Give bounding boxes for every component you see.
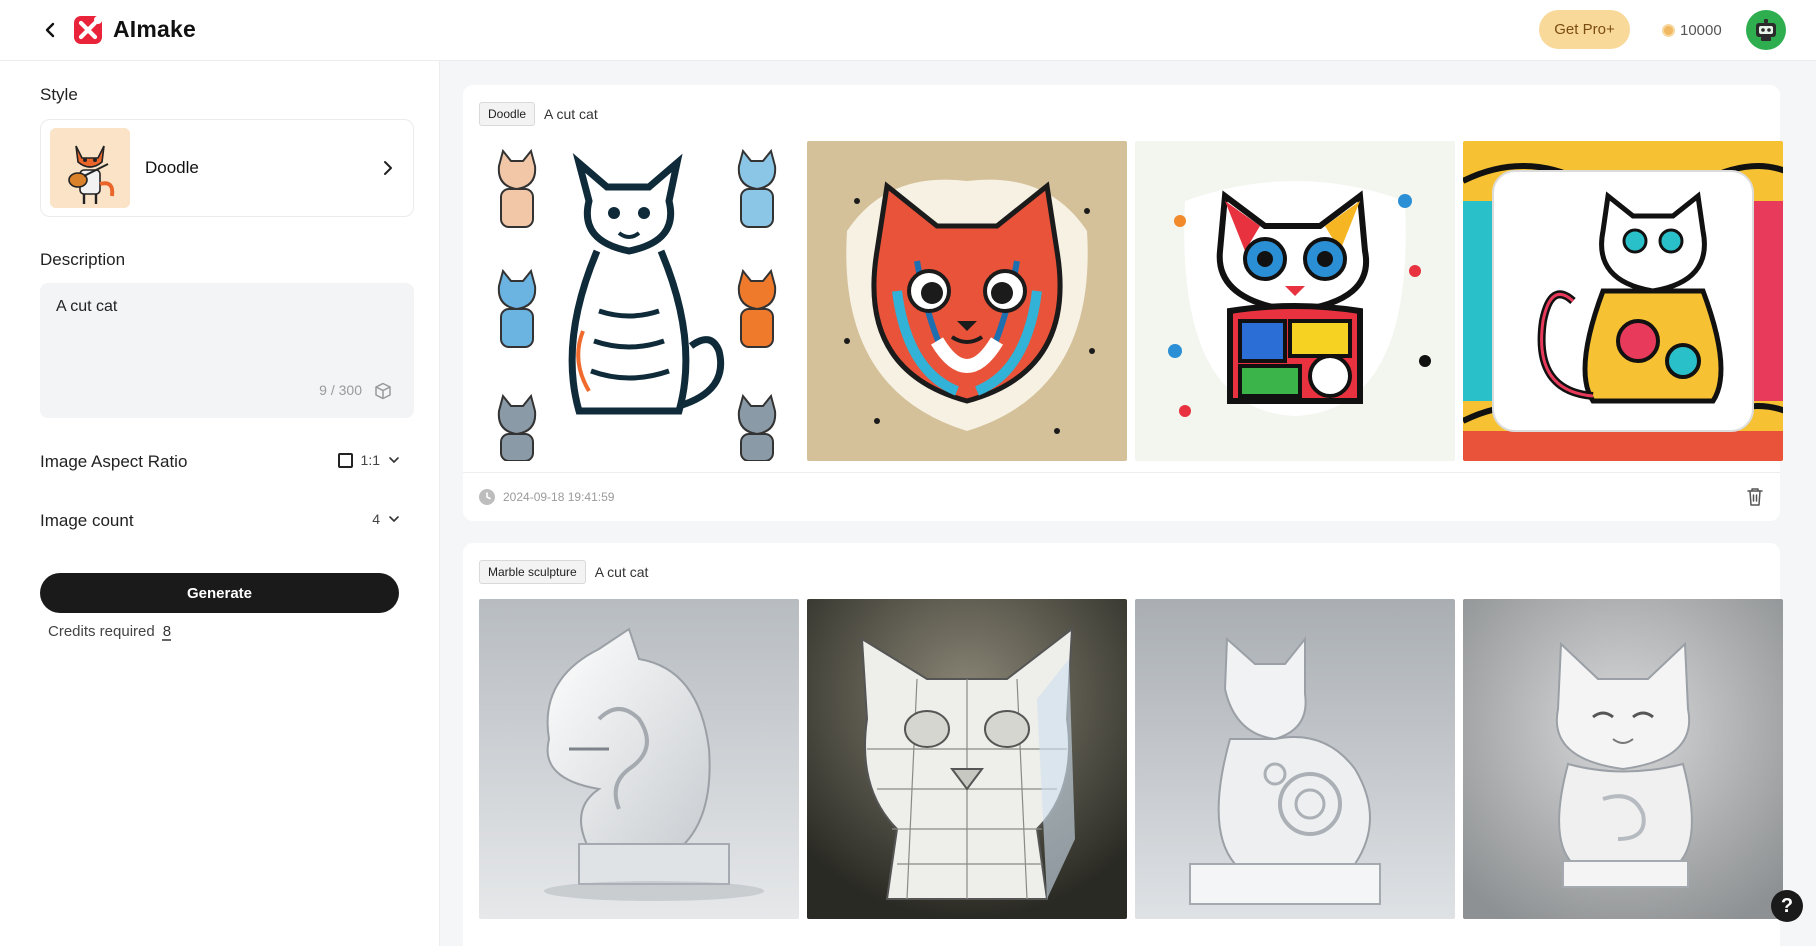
image-grid: [479, 599, 1783, 919]
style-label: Style: [40, 85, 78, 104]
character-count: 9 / 300: [319, 382, 362, 398]
chevron-left-icon: [45, 22, 55, 38]
settings-panel: Style Doodle Description A cut cat 9 / 3…: [0, 61, 440, 946]
credit-amount: 10000: [1680, 21, 1722, 39]
image-count-label: Image count: [40, 511, 134, 530]
result-header: Doodle A cut cat: [479, 102, 598, 126]
style-selector[interactable]: Doodle: [40, 119, 414, 217]
image-count-value: 4: [372, 511, 380, 527]
generate-button[interactable]: Generate: [40, 573, 399, 613]
generated-image[interactable]: [1135, 141, 1455, 461]
results-area: Doodle A cut cat 2024-09-18 19:41:59 Mar…: [440, 61, 1816, 946]
app-logo[interactable]: [72, 14, 104, 46]
user-avatar[interactable]: [1746, 10, 1786, 50]
credit-balance[interactable]: 10000: [1662, 19, 1722, 41]
result-footer: 2024-09-18 19:41:59: [463, 472, 1780, 521]
aspect-ratio-select[interactable]: 1:1: [337, 452, 400, 468]
aspect-ratio-label: Image Aspect Ratio: [40, 452, 188, 471]
generated-image[interactable]: [479, 141, 799, 461]
description-text: A cut cat: [56, 298, 118, 315]
result-card: Doodle A cut cat 2024-09-18 19:41:59: [463, 85, 1783, 521]
selected-style-name: Doodle: [145, 158, 199, 177]
generated-image[interactable]: [807, 141, 1127, 461]
credits-required-label: Credits required: [48, 623, 155, 640]
app-name: AImake: [113, 16, 197, 42]
aspect-ratio-row: Image Aspect Ratio 1:1: [40, 450, 400, 474]
generated-image[interactable]: [479, 599, 799, 919]
trash-icon[interactable]: [1746, 487, 1764, 507]
style-tag: Doodle: [479, 102, 536, 126]
chevron-down-icon: [389, 516, 399, 523]
generated-image[interactable]: [807, 599, 1127, 919]
timestamp-text: 2024-09-18 19:41:59: [503, 490, 615, 504]
aspect-ratio-value: 1:1: [360, 452, 380, 468]
credits-required: Credits required 8: [48, 623, 171, 640]
robot-icon: [1756, 19, 1776, 41]
image-grid: [479, 141, 1783, 461]
generated-image[interactable]: [1135, 599, 1455, 919]
result-card: Marble sculpture A cut cat: [463, 543, 1783, 946]
chevron-right-icon: [384, 161, 392, 175]
help-button[interactable]: ?: [1771, 890, 1803, 922]
generated-image[interactable]: [1463, 599, 1783, 919]
image-count-select[interactable]: 4: [372, 511, 400, 527]
result-header: Marble sculpture A cut cat: [479, 560, 648, 584]
clock-icon: [479, 489, 495, 505]
square-icon: [337, 452, 353, 468]
credits-required-value[interactable]: 8: [163, 623, 171, 640]
prompt-text: A cut cat: [544, 106, 598, 122]
description-label: Description: [40, 250, 126, 269]
generated-image[interactable]: [1463, 141, 1783, 461]
image-count-row: Image count 4: [40, 509, 400, 533]
timestamp: 2024-09-18 19:41:59: [479, 489, 614, 505]
get-pro-button[interactable]: Get Pro+: [1539, 10, 1630, 49]
coin-icon: [1662, 23, 1675, 37]
prompt-text: A cut cat: [594, 564, 649, 580]
back-button[interactable]: [40, 18, 60, 42]
top-bar: AImake Get Pro+ 10000: [0, 0, 1816, 61]
cube-icon[interactable]: [374, 382, 392, 400]
chevron-down-icon: [389, 457, 399, 464]
style-thumbnail: [50, 128, 130, 208]
style-tag: Marble sculpture: [479, 560, 586, 584]
description-input[interactable]: A cut cat 9 / 300: [40, 283, 414, 418]
